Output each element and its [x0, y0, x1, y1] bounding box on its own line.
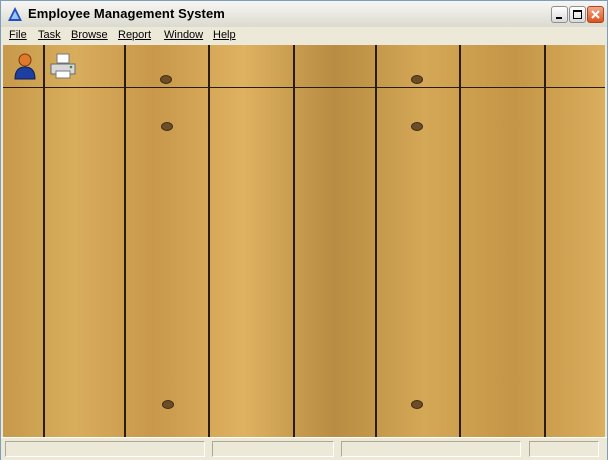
maximize-button[interactable] [569, 6, 586, 23]
menu-help[interactable]: Help [213, 29, 236, 41]
menu-file[interactable]: File [9, 29, 27, 41]
mdi-client-area [3, 45, 605, 437]
title-bar[interactable]: Employee Management System [1, 1, 607, 28]
app-window: Employee Management System File Task Bro… [0, 0, 608, 460]
board-seam [124, 45, 126, 437]
menu-task[interactable]: Task [38, 29, 61, 41]
board-seam [43, 45, 45, 437]
toolbar-divider [3, 87, 605, 88]
board-seam [293, 45, 295, 437]
wood-knot [411, 75, 423, 84]
board-seam [459, 45, 461, 437]
app-logo-icon [8, 7, 22, 21]
board-seam [208, 45, 210, 437]
menu-bar: File Task Browse Report Window Help [1, 27, 607, 45]
user-icon[interactable] [10, 51, 40, 81]
close-button[interactable] [587, 6, 604, 23]
status-bar [1, 437, 607, 460]
wood-knot [161, 122, 173, 131]
maximize-icon [573, 10, 582, 19]
wood-knot [162, 400, 174, 409]
wood-knot [160, 75, 172, 84]
board-seam [544, 45, 546, 437]
board-seam [375, 45, 377, 437]
toolbar-separator [43, 45, 44, 87]
status-panel [341, 441, 521, 457]
menu-browse[interactable]: Browse [71, 29, 108, 41]
close-icon [591, 10, 600, 19]
wood-knot [411, 400, 423, 409]
printer-icon[interactable] [48, 51, 78, 81]
window-title: Employee Management System [28, 6, 225, 21]
menu-report[interactable]: Report [118, 29, 151, 41]
minimize-button[interactable] [551, 6, 568, 23]
status-panel [5, 441, 205, 457]
wood-knot [411, 122, 423, 131]
status-panel [529, 441, 599, 457]
minimize-icon [556, 17, 562, 19]
menu-window[interactable]: Window [164, 29, 203, 41]
status-panel [212, 441, 334, 457]
